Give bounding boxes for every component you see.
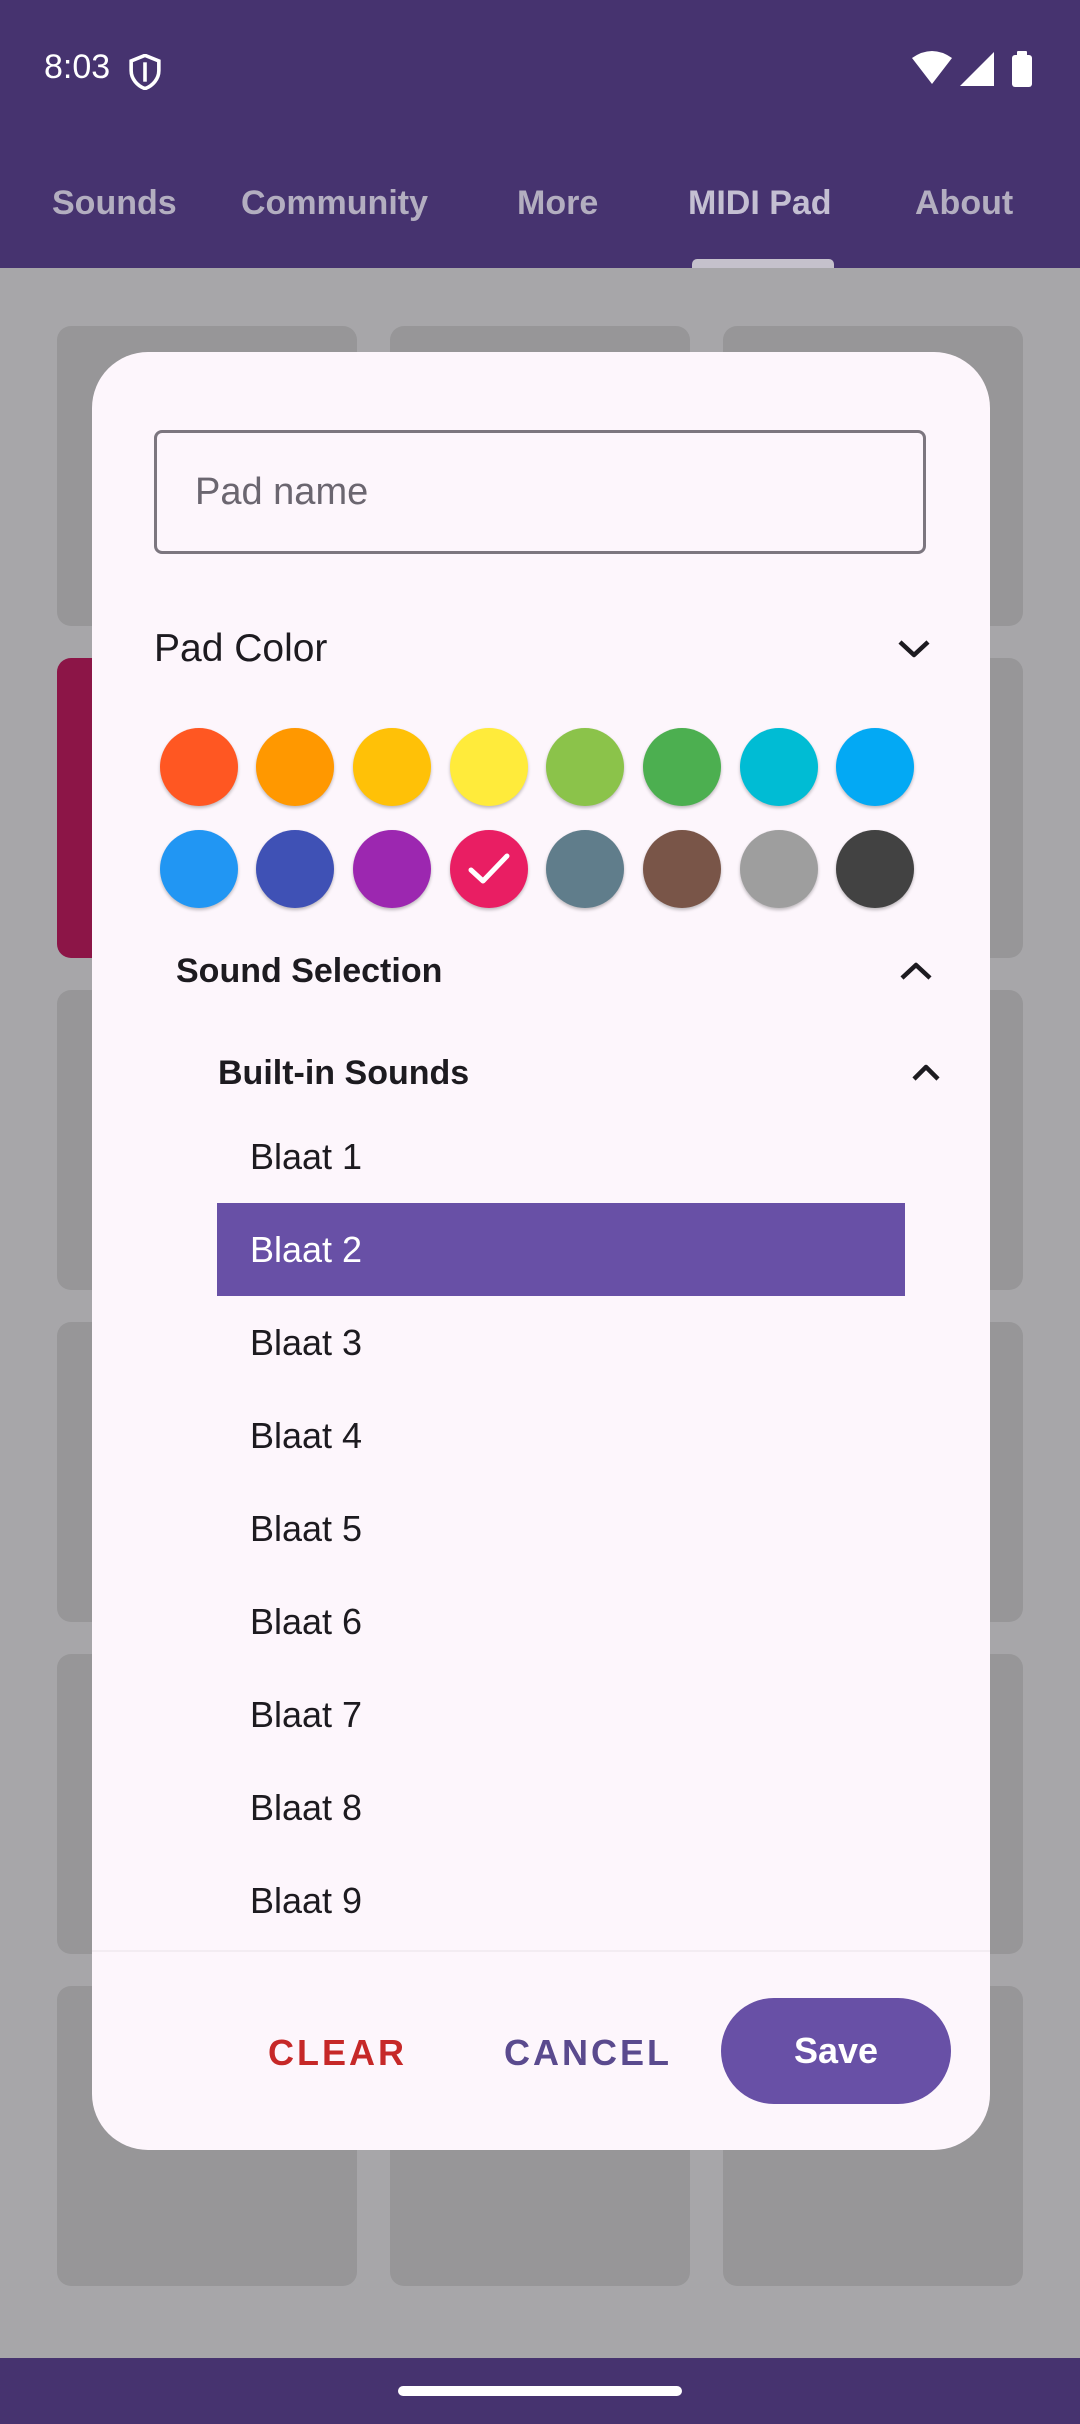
color-swatch[interactable] xyxy=(740,728,818,806)
sound-item-blaat-8[interactable]: Blaat 8 xyxy=(217,1761,905,1854)
tab-bar: Sounds Community More MIDI Pad About xyxy=(0,170,1080,268)
sound-item-blaat-7[interactable]: Blaat 7 xyxy=(217,1668,905,1761)
sound-item-blaat-2[interactable]: Blaat 2 xyxy=(217,1203,905,1296)
sound-item-blaat-3[interactable]: Blaat 3 xyxy=(217,1296,905,1389)
color-swatch[interactable] xyxy=(836,830,914,908)
sound-item-blaat-1[interactable]: Blaat 1 xyxy=(217,1110,905,1203)
edit-pad-dialog: Pad Color Sound Selection Built-in Sound… xyxy=(92,352,990,2150)
pad-color-label: Pad Color xyxy=(154,627,328,670)
chevron-down-icon[interactable] xyxy=(894,629,934,669)
cellular-icon xyxy=(960,52,994,86)
sound-item-blaat-5[interactable]: Blaat 5 xyxy=(217,1482,905,1575)
chevron-up-icon[interactable] xyxy=(906,1053,946,1093)
tab-midi-pad[interactable]: MIDI Pad xyxy=(688,184,832,223)
dialog-actions-divider xyxy=(92,1950,990,1952)
color-swatch[interactable] xyxy=(740,830,818,908)
active-tab-indicator xyxy=(692,259,834,268)
tab-more[interactable]: More xyxy=(517,184,598,223)
sound-selection-label: Sound Selection xyxy=(176,951,443,990)
app-bar: 8:03 Sounds Community More MIDI Pad Abou… xyxy=(0,0,1080,268)
shield-icon xyxy=(129,54,161,90)
color-swatch[interactable] xyxy=(546,728,624,806)
tab-about[interactable]: About xyxy=(915,184,1013,223)
sound-item-blaat-9[interactable]: Blaat 9 xyxy=(217,1854,905,1947)
color-swatch[interactable] xyxy=(643,830,721,908)
status-time: 8:03 xyxy=(44,48,111,86)
color-swatch[interactable] xyxy=(836,728,914,806)
color-swatch[interactable] xyxy=(353,830,431,908)
color-swatch[interactable] xyxy=(160,728,238,806)
sound-item-blaat-6[interactable]: Blaat 6 xyxy=(217,1575,905,1668)
color-swatch[interactable] xyxy=(450,728,528,806)
color-swatch[interactable] xyxy=(353,728,431,806)
wifi-icon xyxy=(912,51,952,84)
clear-button[interactable]: CLEAR xyxy=(268,2032,407,2074)
pad-name-input[interactable] xyxy=(154,430,926,554)
builtin-sounds-label: Built-in Sounds xyxy=(218,1053,470,1092)
pad-color-header[interactable]: Pad Color xyxy=(154,614,934,684)
color-swatch[interactable] xyxy=(160,830,238,908)
tab-sounds[interactable]: Sounds xyxy=(52,184,177,223)
home-gesture-handle[interactable] xyxy=(398,2386,682,2396)
chevron-up-icon[interactable] xyxy=(896,951,936,991)
check-icon xyxy=(468,853,510,884)
color-swatch[interactable] xyxy=(256,728,334,806)
color-swatch[interactable] xyxy=(256,830,334,908)
sound-selection-header[interactable]: Sound Selection xyxy=(176,936,990,1006)
color-swatch[interactable] xyxy=(643,728,721,806)
save-button[interactable]: Save xyxy=(721,1998,951,2104)
battery-icon xyxy=(1012,51,1032,87)
sound-item-blaat-4[interactable]: Blaat 4 xyxy=(217,1389,905,1482)
status-bar: 8:03 xyxy=(0,0,1080,140)
system-status-icons xyxy=(912,51,1032,87)
color-swatch[interactable] xyxy=(450,830,528,908)
builtin-sounds-header[interactable]: Built-in Sounds xyxy=(218,1038,990,1108)
sound-list: Blaat 1 Blaat 2 Blaat 3 Blaat 4 Blaat 5 … xyxy=(217,1110,905,1947)
cancel-button[interactable]: CANCEL xyxy=(504,2032,672,2074)
color-swatch[interactable] xyxy=(546,830,624,908)
tab-community[interactable]: Community xyxy=(241,184,428,223)
